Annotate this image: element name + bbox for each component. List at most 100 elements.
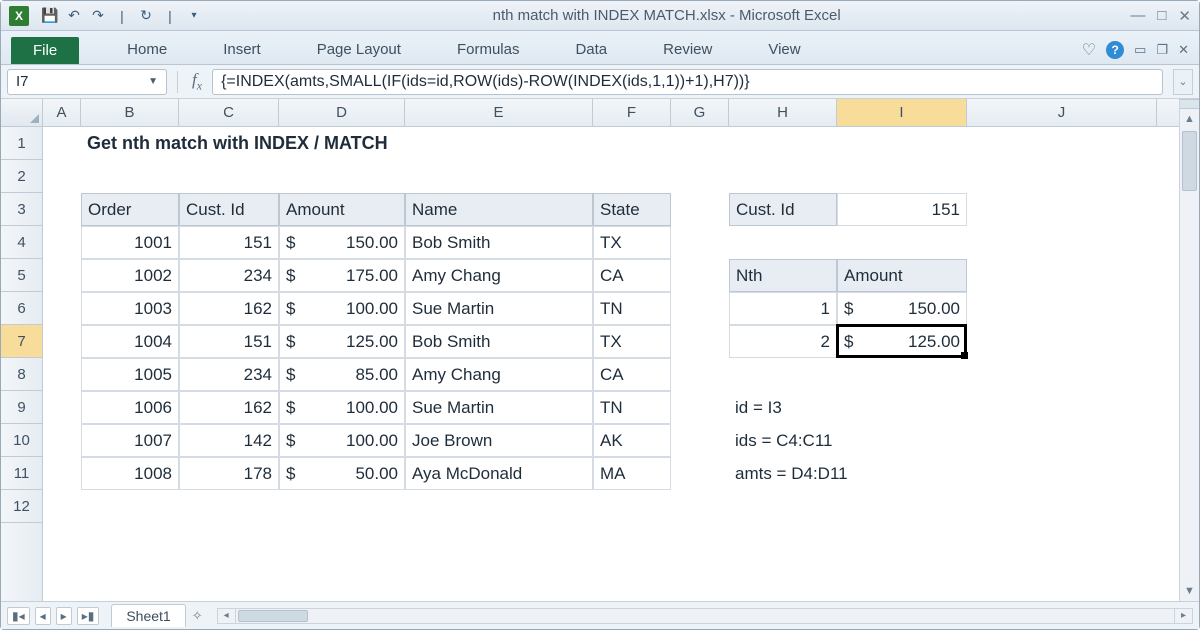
scroll-up-icon[interactable]: ▲ bbox=[1180, 109, 1199, 129]
note-text[interactable]: ids = C4:C11 bbox=[729, 424, 1157, 457]
select-all-corner[interactable] bbox=[1, 99, 43, 126]
tab-formulas[interactable]: Formulas bbox=[429, 35, 548, 64]
ribbon-collapse-icon[interactable]: ▭ bbox=[1134, 42, 1146, 58]
help-icon[interactable]: ? bbox=[1106, 41, 1124, 59]
new-sheet-icon[interactable]: ✧ bbox=[192, 608, 203, 624]
table-header[interactable]: Name bbox=[405, 193, 593, 226]
column-header[interactable]: B bbox=[81, 99, 179, 126]
table-cell-amount[interactable]: $175.00 bbox=[279, 259, 405, 292]
table-cell-order[interactable]: 1004 bbox=[81, 325, 179, 358]
name-box[interactable]: I7 ▼ bbox=[7, 69, 167, 95]
last-sheet-icon[interactable]: ▸▮ bbox=[77, 607, 100, 625]
formula-expand-icon[interactable]: ⌄ bbox=[1173, 69, 1193, 95]
row-header[interactable]: 11 bbox=[1, 457, 42, 490]
table-cell-order[interactable]: 1003 bbox=[81, 292, 179, 325]
table-cell-state[interactable]: TN bbox=[593, 292, 671, 325]
table-cell-amount[interactable]: $150.00 bbox=[279, 226, 405, 259]
row-header[interactable]: 3 bbox=[1, 193, 42, 226]
sheet-nav-buttons[interactable]: ▮◂ ◂ ▸ ▸▮ bbox=[7, 607, 99, 625]
fx-icon[interactable]: fx bbox=[192, 70, 202, 93]
undo-icon[interactable]: ↶ bbox=[65, 7, 83, 25]
cells-canvas[interactable]: Get nth match with INDEX / MATCHOrderCus… bbox=[43, 127, 1179, 601]
table-cell-amount[interactable]: $100.00 bbox=[279, 391, 405, 424]
vertical-scrollbar[interactable]: ▲ ▼ bbox=[1179, 99, 1199, 601]
table-header[interactable]: Order bbox=[81, 193, 179, 226]
table-header[interactable]: Cust. Id bbox=[179, 193, 279, 226]
table-cell-name[interactable]: Aya McDonald bbox=[405, 457, 593, 490]
name-box-dropdown-icon[interactable]: ▼ bbox=[148, 76, 158, 87]
note-text[interactable]: amts = D4:D11 bbox=[729, 457, 1157, 490]
table-header[interactable]: Amount bbox=[279, 193, 405, 226]
row-header[interactable]: 9 bbox=[1, 391, 42, 424]
lookup-amount-value[interactable]: $150.00 bbox=[837, 292, 967, 325]
row-header[interactable]: 5 bbox=[1, 259, 42, 292]
table-cell-name[interactable]: Amy Chang bbox=[405, 259, 593, 292]
column-headers[interactable]: ABCDEFGHIJ bbox=[1, 99, 1179, 127]
table-cell-state[interactable]: CA bbox=[593, 259, 671, 292]
close-icon[interactable]: ✕ bbox=[1178, 7, 1191, 25]
tab-file[interactable]: File bbox=[11, 37, 79, 64]
column-header[interactable]: I bbox=[837, 99, 967, 126]
column-header[interactable]: D bbox=[279, 99, 405, 126]
tab-insert[interactable]: Insert bbox=[195, 35, 289, 64]
table-cell-custid[interactable]: 151 bbox=[179, 325, 279, 358]
row-header[interactable]: 1 bbox=[1, 127, 42, 160]
table-header[interactable]: State bbox=[593, 193, 671, 226]
restore-window-icon[interactable]: ❐ bbox=[1156, 42, 1168, 58]
tab-review[interactable]: Review bbox=[635, 35, 740, 64]
lookup-nth-value[interactable]: 2 bbox=[729, 325, 837, 358]
tab-data[interactable]: Data bbox=[547, 35, 635, 64]
lookup-nth-value[interactable]: 1 bbox=[729, 292, 837, 325]
row-header[interactable]: 7 bbox=[1, 325, 42, 358]
table-cell-custid[interactable]: 234 bbox=[179, 259, 279, 292]
table-cell-state[interactable]: TX bbox=[593, 325, 671, 358]
table-cell-state[interactable]: MA bbox=[593, 457, 671, 490]
scroll-right-icon[interactable]: ▸ bbox=[1174, 609, 1192, 623]
formula-input[interactable]: {=INDEX(amts,SMALL(IF(ids=id,ROW(ids)-RO… bbox=[212, 69, 1163, 95]
refresh-icon[interactable]: ↻ bbox=[137, 7, 155, 25]
note-text[interactable]: id = I3 bbox=[729, 391, 1157, 424]
table-cell-state[interactable]: TN bbox=[593, 391, 671, 424]
column-header[interactable]: C bbox=[179, 99, 279, 126]
tab-view[interactable]: View bbox=[740, 35, 828, 64]
table-cell-order[interactable]: 1007 bbox=[81, 424, 179, 457]
table-cell-name[interactable]: Bob Smith bbox=[405, 325, 593, 358]
save-icon[interactable]: 💾 bbox=[41, 7, 59, 25]
scroll-down-icon[interactable]: ▼ bbox=[1180, 581, 1199, 601]
vscroll-thumb[interactable] bbox=[1182, 131, 1197, 191]
first-sheet-icon[interactable]: ▮◂ bbox=[7, 607, 30, 625]
ribbon-min-icon[interactable]: ♡ bbox=[1082, 40, 1096, 60]
tab-page-layout[interactable]: Page Layout bbox=[289, 35, 429, 64]
table-cell-name[interactable]: Bob Smith bbox=[405, 226, 593, 259]
maximize-icon[interactable]: □ bbox=[1157, 7, 1166, 25]
table-cell-order[interactable]: 1008 bbox=[81, 457, 179, 490]
table-cell-name[interactable]: Amy Chang bbox=[405, 358, 593, 391]
lookup-custid-label[interactable]: Cust. Id bbox=[729, 193, 837, 226]
table-cell-name[interactable]: Sue Martin bbox=[405, 292, 593, 325]
fill-handle[interactable] bbox=[961, 352, 968, 359]
column-header[interactable]: E bbox=[405, 99, 593, 126]
table-cell-custid[interactable]: 142 bbox=[179, 424, 279, 457]
table-cell-custid[interactable]: 151 bbox=[179, 226, 279, 259]
table-cell-state[interactable]: CA bbox=[593, 358, 671, 391]
table-cell-custid[interactable]: 162 bbox=[179, 292, 279, 325]
table-cell-custid[interactable]: 162 bbox=[179, 391, 279, 424]
lookup-custid-value[interactable]: 151 bbox=[837, 193, 967, 226]
scroll-left-icon[interactable]: ◂ bbox=[218, 609, 236, 623]
qat-customize-icon[interactable]: ▾ bbox=[185, 7, 203, 25]
next-sheet-icon[interactable]: ▸ bbox=[56, 607, 72, 625]
table-cell-state[interactable]: AK bbox=[593, 424, 671, 457]
row-header[interactable]: 8 bbox=[1, 358, 42, 391]
table-cell-amount[interactable]: $100.00 bbox=[279, 292, 405, 325]
redo-icon[interactable]: ↷ bbox=[89, 7, 107, 25]
sheet-tab[interactable]: Sheet1 bbox=[111, 604, 185, 627]
table-cell-amount[interactable]: $100.00 bbox=[279, 424, 405, 457]
table-cell-order[interactable]: 1005 bbox=[81, 358, 179, 391]
table-cell-custid[interactable]: 234 bbox=[179, 358, 279, 391]
column-header[interactable]: A bbox=[43, 99, 81, 126]
table-cell-order[interactable]: 1006 bbox=[81, 391, 179, 424]
row-header[interactable]: 10 bbox=[1, 424, 42, 457]
row-header[interactable]: 12 bbox=[1, 490, 42, 523]
vscroll-track[interactable] bbox=[1180, 129, 1199, 581]
column-header[interactable]: J bbox=[967, 99, 1157, 126]
